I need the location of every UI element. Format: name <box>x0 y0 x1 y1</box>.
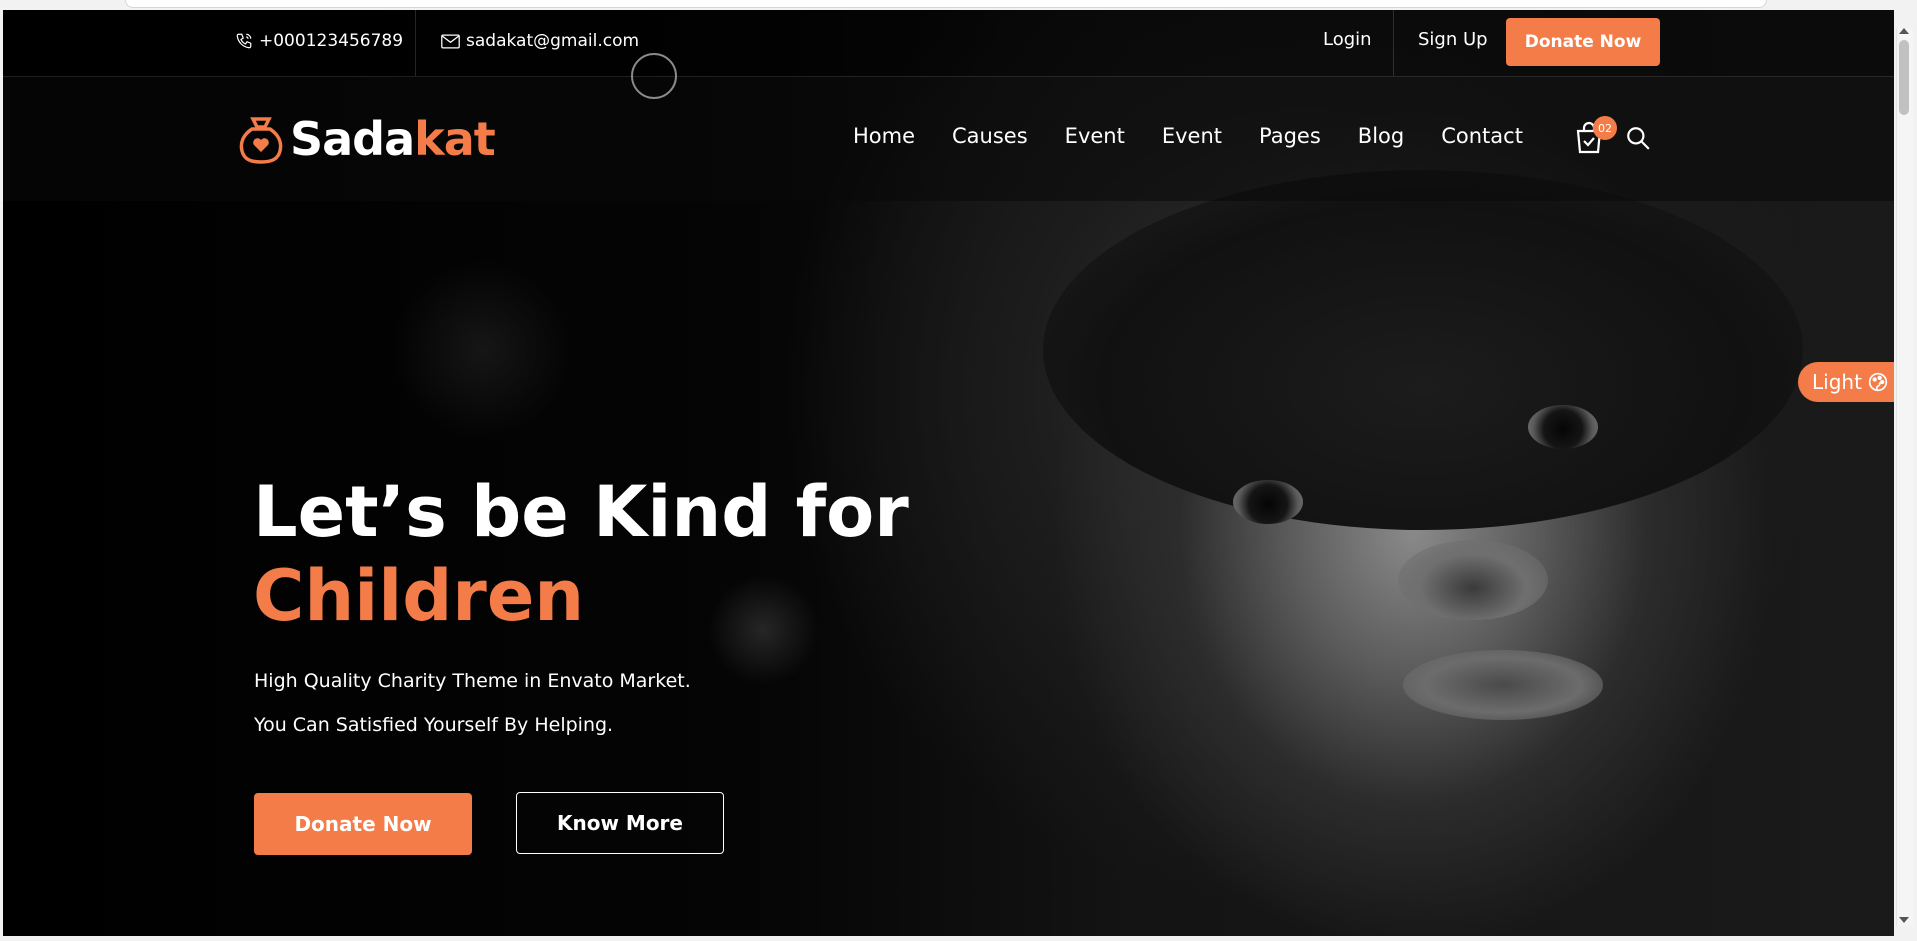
top-donate-button[interactable]: Donate Now <box>1506 18 1660 66</box>
logo-text: Sadakat <box>290 112 496 166</box>
hero-subtitle-2: You Can Satisfied Yourself By Helping. <box>254 714 614 736</box>
scroll-up-arrow-icon[interactable] <box>1899 28 1909 34</box>
email-contact[interactable]: sadakat@gmail.com <box>441 31 639 51</box>
email-address: sadakat@gmail.com <box>466 31 640 51</box>
signup-link[interactable]: Sign Up <box>1418 29 1488 50</box>
nav-item-blog[interactable]: Blog <box>1358 124 1404 148</box>
scroll-thumb[interactable] <box>1899 40 1909 115</box>
top-bar: +000123456789 sadakat@gmail.com Login Si… <box>3 10 1894 77</box>
theme-toggle-label: Light <box>1812 370 1862 394</box>
nav-item-pages[interactable]: Pages <box>1259 124 1321 148</box>
hero-subtitle-1: High Quality Charity Theme in Envato Mar… <box>254 670 691 692</box>
mail-icon <box>441 34 460 48</box>
nav-item-home[interactable]: Home <box>853 124 915 148</box>
scroll-down-arrow-icon[interactable] <box>1899 917 1909 923</box>
phone-number: +000123456789 <box>259 31 404 51</box>
topbar-divider <box>415 10 416 76</box>
hero-title: Let’s be Kind for Children <box>253 471 909 637</box>
know-more-button[interactable]: Know More <box>516 792 724 854</box>
theme-toggle-button[interactable]: Light <box>1798 362 1894 402</box>
browser-top-strip <box>125 0 1767 8</box>
login-link[interactable]: Login <box>1323 29 1372 50</box>
site-logo[interactable]: Sadakat <box>238 112 496 166</box>
phone-contact[interactable]: +000123456789 <box>235 31 403 51</box>
nav-item-contact[interactable]: Contact <box>1441 124 1523 148</box>
search-icon[interactable] <box>1625 125 1651 151</box>
hero-image-eye-left <box>1233 480 1303 524</box>
nav-item-event-2[interactable]: Event <box>1162 124 1222 148</box>
page-viewport: +000123456789 sadakat@gmail.com Login Si… <box>3 10 1894 936</box>
main-menu: Home Causes Event Event Pages Blog Conta… <box>853 124 1523 148</box>
hero-image-mouth <box>1403 650 1603 720</box>
cursor-indicator <box>631 53 677 99</box>
main-navbar: Sadakat Home Causes Event Event Pages Bl… <box>3 77 1894 201</box>
cart-count-badge: 02 <box>1593 116 1617 140</box>
logo-bag-heart-icon <box>239 117 283 164</box>
hero-image-hair <box>1043 170 1803 530</box>
nav-item-event[interactable]: Event <box>1065 124 1125 148</box>
palette-icon <box>1868 372 1888 392</box>
topbar-divider <box>1393 10 1394 76</box>
hero-image-eye-right <box>1528 405 1598 449</box>
nav-item-causes[interactable]: Causes <box>952 124 1028 148</box>
phone-icon <box>236 33 252 49</box>
page-scrollbar[interactable] <box>1896 28 1913 926</box>
hero-donate-button[interactable]: Donate Now <box>254 793 472 855</box>
hero-image-nose <box>1398 540 1548 620</box>
